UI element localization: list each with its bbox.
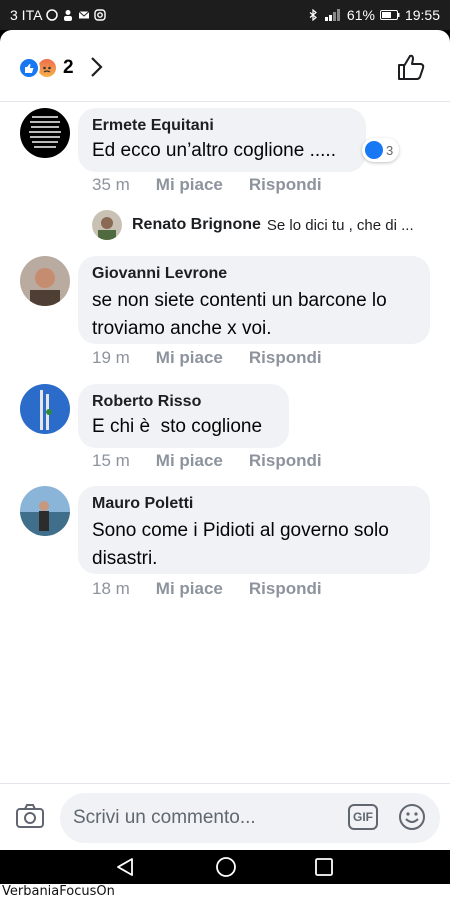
reply-preview[interactable]: Renato Brignone Se lo dici tu , che di .… [92,210,442,240]
comment-composer: Scrivi un commento... GIF [0,783,450,850]
status-bar: 3 ITA 61% 19:55 [0,0,450,30]
battery-icon [379,10,400,20]
whatsapp-icon [46,9,59,21]
reply-button[interactable]: Rispondi [249,451,322,471]
chevron-right-icon[interactable] [86,55,106,79]
bluetooth-icon [309,9,317,21]
avatar[interactable] [20,384,70,434]
avatar[interactable] [20,486,70,536]
comment-meta: 15 m Mi piace Rispondi [92,451,322,471]
camera-icon[interactable] [14,800,46,832]
gif-button[interactable]: GIF [348,804,378,830]
signal-icon [324,9,340,21]
comment-time: 15 m [92,451,130,470]
reply-author: Renato Brignone [132,216,261,233]
avatar[interactable] [20,108,70,158]
comment-bubble[interactable]: Giovanni Levrone se non siete contenti u… [78,256,430,344]
reply-button[interactable]: Rispondi [249,175,322,195]
like-button[interactable]: Mi piace [156,579,223,599]
like-reaction-icon [18,57,40,79]
comment-author[interactable]: Roberto Risso [92,393,275,411]
comment-text: Sono come i Pidioti al governo solo disa… [92,520,389,569]
comment-text: Ed ecco un’altro coglione ..... [92,140,336,161]
reply-button[interactable]: Rispondi [249,348,322,368]
avatar [92,210,122,240]
comment-bubble[interactable]: Ermete Equitani Ed ecco un’altro coglion… [78,108,366,172]
comment-placeholder: Scrivi un commento... [73,807,256,828]
like-button[interactable]: Mi piace [156,175,223,195]
back-icon[interactable] [114,856,136,878]
system-nav-bar [0,850,450,884]
comment-input[interactable]: Scrivi un commento... GIF [60,793,440,843]
reaction-count: 2 [63,57,74,78]
avatar[interactable] [20,256,70,306]
comment-reaction-count: 3 [386,142,394,158]
comment-author[interactable]: Giovanni Levrone [92,265,416,283]
comment-reaction-badge[interactable]: 3 [362,138,400,162]
like-button[interactable]: Mi piace [156,348,223,368]
comment-bubble[interactable]: Mauro Poletti Sono come i Pidioti al gov… [78,486,430,574]
comment-meta: 18 m Mi piace Rispondi [92,579,322,599]
recent-apps-icon[interactable] [314,857,334,877]
comment-meta: 35 m Mi piace Rispondi [92,175,322,195]
comment-meta: 19 m Mi piace Rispondi [92,348,322,368]
comment-time: 18 m [92,579,130,598]
comment-time: 19 m [92,348,130,367]
like-reaction-icon [365,141,383,159]
thumbs-up-icon[interactable] [396,52,426,82]
carrier-label: 3 ITA [10,7,43,23]
comment-time: 35 m [92,175,130,194]
comment-author[interactable]: Mauro Poletti [92,495,416,513]
reactions-header[interactable]: 2 [0,30,450,102]
instagram-icon [94,9,107,21]
watermark: VerbaniaFocusOn [0,884,450,900]
clock: 19:55 [404,7,440,23]
reply-text: Se lo dici tu , che di ... [266,216,414,234]
comment-bubble[interactable]: Roberto Risso E chi è sto coglione [78,384,289,448]
mail-icon [79,11,90,19]
comment-text: E chi è sto coglione [92,416,263,437]
comment-text: se non siete contenti un barcone lo trov… [92,290,387,339]
reply-button[interactable]: Rispondi [249,579,322,599]
comment-author[interactable]: Ermete Equitani [92,117,352,135]
emoji-icon[interactable] [398,803,426,831]
comments-sheet: 2 Ermete Equitani Ed ecco un’altro cogli… [0,30,450,850]
home-icon[interactable] [215,856,237,878]
person-icon [64,10,73,21]
like-button[interactable]: Mi piace [156,451,223,471]
battery-percent: 61% [346,7,375,23]
